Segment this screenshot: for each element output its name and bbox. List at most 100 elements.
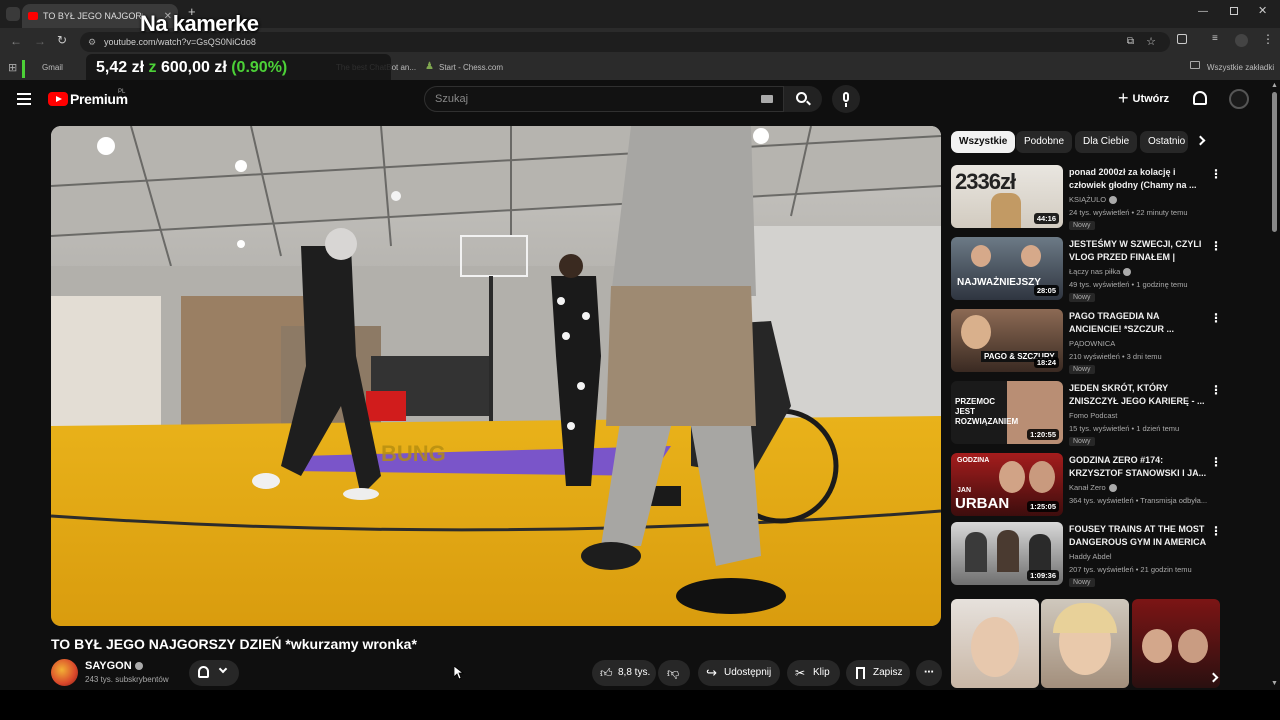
rec-thumbnail[interactable]: NAJWAŻNIEJSZY 28:05 xyxy=(951,237,1063,300)
url-text: youtube.com/watch?v=GsQS0NiCdo8 xyxy=(104,37,256,47)
create-button[interactable]: + Utwórz xyxy=(1118,85,1178,113)
extensions-icon[interactable] xyxy=(1177,34,1187,44)
minimize-icon[interactable]: — xyxy=(1198,6,1208,17)
media-icon[interactable]: ≡ xyxy=(1212,33,1218,44)
rec-channel[interactable]: Fomo Podcast xyxy=(1069,411,1117,420)
rec-meta: 207 tys. wyświetleń • 21 godzin temu xyxy=(1069,565,1192,574)
search-input[interactable]: Szukaj xyxy=(424,86,784,112)
chip-related[interactable]: Podobne xyxy=(1016,131,1073,153)
rec-channel[interactable]: Łączy nas piłka xyxy=(1069,267,1132,277)
rec-title[interactable]: PAGO TRAGEDIA NA ANCIENCIE! *SZCZUR ... xyxy=(1069,310,1209,336)
rec-thumbnail[interactable]: PAGO & SZCZURY 18:24 xyxy=(951,309,1063,372)
profile-avatar[interactable] xyxy=(1235,34,1248,47)
more-actions-button[interactable]: ⋯ xyxy=(916,660,942,686)
apps-icon[interactable]: ⊞ xyxy=(8,61,17,74)
keyboard-icon[interactable] xyxy=(761,95,773,103)
rec-channel[interactable]: Haddy Abdel xyxy=(1069,552,1112,561)
short-thumbnail[interactable] xyxy=(951,599,1039,688)
account-avatar[interactable] xyxy=(1229,89,1249,109)
scroll-down-icon[interactable]: ▼ xyxy=(1271,680,1278,687)
bookmark-star-icon[interactable]: ☆ xyxy=(1146,32,1156,52)
short-thumbnail[interactable] xyxy=(1041,599,1129,688)
rec-more-icon[interactable]: ⋮ xyxy=(1210,240,1222,252)
share-label: Udostępnij xyxy=(724,667,772,678)
share-button[interactable]: ↪ Udostępnij xyxy=(698,660,780,686)
rec-duration: 1:20:55 xyxy=(1027,429,1059,440)
scroll-up-icon[interactable]: ▲ xyxy=(1271,82,1278,89)
rec-thumbnail[interactable]: 1:09:36 xyxy=(951,522,1063,585)
chips-next-chevron-icon[interactable] xyxy=(1195,135,1206,146)
bookmark-gmail[interactable]: Gmail xyxy=(42,63,63,72)
back-icon[interactable]: ← xyxy=(10,34,22,48)
video-frame: BUNG xyxy=(51,126,941,626)
notifications-bell-icon[interactable] xyxy=(1193,91,1207,105)
rec-more-icon[interactable]: ⋮ xyxy=(1210,168,1222,180)
rec-channel[interactable]: Kanał Zero xyxy=(1069,483,1117,493)
rec-thumbnail[interactable]: 2336zł 44:16 xyxy=(951,165,1063,228)
thumb-heading: GODZINA xyxy=(957,457,990,464)
rec-more-icon[interactable]: ⋮ xyxy=(1210,525,1222,537)
rec-more-icon[interactable]: ⋮ xyxy=(1210,384,1222,396)
channel-avatar[interactable] xyxy=(51,659,78,686)
reload-icon[interactable]: ↻ xyxy=(57,33,67,47)
chip-all[interactable]: Wszystkie xyxy=(951,131,1016,153)
site-info-icon[interactable]: ⚙ xyxy=(88,32,96,52)
scrollbar-thumb[interactable] xyxy=(1272,92,1277,232)
voice-search-button[interactable] xyxy=(832,85,860,113)
rec-thumbnail[interactable]: GODZINA JAN URBAN 1:25:05 xyxy=(951,453,1063,516)
bell-icon xyxy=(198,666,209,678)
thumbs-up-icon: 👍︎ xyxy=(600,666,613,680)
rec-title[interactable]: FOUSEY TRAINS AT THE MOST DANGEROUS GYM … xyxy=(1069,523,1209,549)
country-code: PL xyxy=(118,89,126,95)
forward-icon[interactable]: → xyxy=(34,34,46,48)
youtube-favicon-icon xyxy=(28,12,38,20)
rec-title[interactable]: JESTEŚMY W SZWECJI, CZYLI VLOG PRZED FIN… xyxy=(1069,238,1209,264)
close-icon[interactable]: ✕ xyxy=(1258,4,1267,17)
youtube-logo-icon[interactable] xyxy=(48,92,68,106)
rec-thumbnail[interactable]: PRZEMOC JEST ROZWIĄZANIEM 1:20:55 xyxy=(951,381,1063,444)
rec-channel[interactable]: KSIĄŻULO xyxy=(1069,195,1118,205)
rec-title[interactable]: GODZINA ZERO #174: KRZYSZTOF STANOWSKI I… xyxy=(1069,454,1209,480)
rec-more-icon[interactable]: ⋮ xyxy=(1210,312,1222,324)
rec-meta: 210 wyświetleń • 3 dni temu xyxy=(1069,352,1162,361)
video-player[interactable]: BUNG xyxy=(51,126,941,626)
scissors-icon: ✂ xyxy=(795,666,806,680)
thumb-text: PRZEMOC JEST ROZWIĄZANIEM xyxy=(955,397,1019,426)
rec-more-icon[interactable]: ⋮ xyxy=(1210,456,1222,468)
tab-list-chevron-icon[interactable] xyxy=(6,7,20,21)
dislike-button[interactable]: 👎︎ xyxy=(658,660,690,686)
like-count: 8,8 tys. xyxy=(618,667,651,678)
menu-hamburger-icon[interactable] xyxy=(17,93,31,105)
clip-label: Klip xyxy=(813,667,830,678)
restore-icon[interactable] xyxy=(1230,7,1238,15)
rec-title[interactable]: JEDEN SKRÓT, KTÓRY ZNISZCZYŁ JEGO KARIER… xyxy=(1069,382,1209,408)
rec-channel-text: Kanał Zero xyxy=(1069,483,1106,492)
rec-channel[interactable]: PĄDOWNICA xyxy=(1069,339,1115,348)
short-thumbnail[interactable] xyxy=(1132,599,1220,688)
thumb-heading: JAN xyxy=(957,487,972,494)
chip-for-you[interactable]: Dla Ciebie xyxy=(1075,131,1138,153)
search-button[interactable] xyxy=(784,86,822,112)
all-bookmarks-folder[interactable]: Wszystkie zakładki xyxy=(1207,63,1274,72)
menu-kebab-icon[interactable]: ⋮ xyxy=(1262,32,1274,46)
rec-duration: 1:09:36 xyxy=(1027,570,1059,581)
chip-recent[interactable]: Ostatnio xyxy=(1140,131,1188,153)
share-icon: ↪ xyxy=(706,665,717,680)
rec-title[interactable]: ponad 2000zł za kolację i człowiek głodn… xyxy=(1069,166,1209,192)
thumb-text: 2336zł xyxy=(955,169,1016,194)
thumb-text: NAJWAŻNIEJSZY xyxy=(957,277,1041,288)
subscription-bell-button[interactable] xyxy=(189,660,239,686)
install-icon[interactable]: ⧉ xyxy=(1127,32,1134,52)
rec-badge-new: Nowy xyxy=(1069,578,1095,587)
more-horizontal-icon: ⋯ xyxy=(924,667,934,678)
tab-title: TO BYŁ JEGO NAJGORSZY DZ xyxy=(43,11,143,21)
bookmark-chess[interactable]: Start - Chess.com xyxy=(439,63,503,72)
save-button[interactable]: Zapisz xyxy=(846,660,910,686)
folder-icon xyxy=(1190,61,1200,69)
verified-check-icon xyxy=(1108,484,1117,493)
rec-duration: 1:25:05 xyxy=(1027,501,1059,512)
clip-button[interactable]: ✂ Klip xyxy=(787,660,840,686)
channel-name[interactable]: SAYGON xyxy=(85,660,143,672)
create-label: Utwórz xyxy=(1132,93,1170,105)
like-button[interactable]: 👍︎ 8,8 tys. xyxy=(592,660,656,686)
